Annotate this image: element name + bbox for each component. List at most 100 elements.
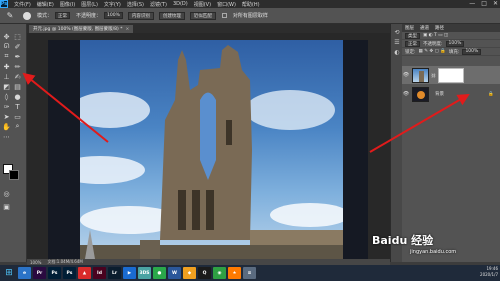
taskbar-app-icon[interactable]: ★ [228,267,241,279]
visibility-eye-icon[interactable]: 👁 [402,91,410,97]
sample-all-label: 对所有图层取样 [232,13,268,19]
taskbar-app-icon[interactable]: W [168,267,181,279]
clone-stamp-tool-icon[interactable]: ⊥ [2,72,11,81]
menu-3d[interactable]: 3D(D) [173,1,188,7]
content-aware-button[interactable]: 内容识别 [127,11,154,20]
visibility-eye-icon[interactable]: 👁 [402,72,410,78]
crop-tool-icon[interactable]: ⌗ [2,52,11,61]
create-texture-button[interactable]: 创建纹理 [158,11,185,20]
opacity-label: 不透明度： [76,13,102,19]
quick-select-tool-icon[interactable]: ✐ [13,42,22,51]
lock-icons[interactable]: ▦ ✎ ✥ ▢ 🔒 [419,49,446,54]
marquee-tool-icon[interactable]: ⬚ [13,32,22,41]
dodge-tool-icon[interactable]: ● [13,92,22,101]
document-tab[interactable]: 开元.jpg @ 100% (图层蒙版, 图层蒙版/8) * × [29,25,134,33]
history-panel-icon[interactable]: ⟲ [393,28,401,36]
blur-tool-icon[interactable]: ◊ [2,92,11,101]
document-canvas[interactable] [80,40,343,259]
taskbar-app-icon[interactable]: 3DS [138,267,151,279]
tab-layers[interactable]: 图层 [405,25,414,31]
history-brush-tool-icon[interactable]: ✍ [13,72,22,81]
menu-select[interactable]: 选择(S) [127,1,144,8]
eyedropper-tool-icon[interactable]: ✒ [13,52,22,61]
photoshop-window: Ps 文件(F) 编辑(E) 图像(I) 图层(L) 文字(Y) 选择(S) 滤… [0,0,500,281]
screen-mode-icon[interactable]: ▣ [2,202,11,211]
canvas-area[interactable] [27,33,390,259]
menu-type[interactable]: 文字(Y) [104,1,121,8]
blend-mode-select[interactable]: 正常 [405,40,420,47]
tab-paths[interactable]: 路径 [435,25,444,31]
system-tray-clock[interactable]: 19:46 2020/1/7 [480,266,498,278]
baidu-watermark-site: jingyan.baidu.com [410,249,457,255]
taskbar-app-icon[interactable]: e [18,267,31,279]
adjustments-panel-icon[interactable]: ◐ [393,48,401,56]
filter-icons[interactable]: ▣ ◐ T ▭ ◫ [423,33,448,38]
menu-image[interactable]: 图像(I) [60,1,75,8]
maximize-button[interactable]: □ [481,0,487,7]
background-color-swatch[interactable] [9,170,19,180]
zoom-level[interactable]: 100% [30,260,41,265]
properties-panel-icon[interactable]: ☰ [393,38,401,46]
menu-window[interactable]: 窗口(W) [217,1,236,8]
taskbar-app-icon[interactable]: Id [93,267,106,279]
fill-label: 填充: [448,49,460,55]
menu-file[interactable]: 文件(F) [14,1,31,8]
layer-opacity-input[interactable]: 100% [445,40,465,47]
menu-help[interactable]: 帮助(H) [242,1,260,8]
layer-kind-select[interactable]: 类型 [405,32,420,39]
type-tool-icon[interactable]: T [13,102,22,111]
pen-tool-icon[interactable]: ✑ [2,102,11,111]
collapsed-panel-dock: ⟲ ☰ ◐ [390,24,402,262]
sample-all-checkbox[interactable] [221,13,227,18]
photoshop-logo-icon: Ps [0,0,8,8]
canvas-dark-edge-right [343,40,368,259]
taskbar-app-icon[interactable]: Q [198,267,211,279]
quick-mask-icon[interactable]: ◎ [2,189,11,198]
mode-select[interactable]: 正常 [55,12,71,19]
layer-row-background[interactable]: 👁 背景 🔒 [402,85,500,103]
zoom-tool-icon[interactable]: ⌕ [13,122,22,131]
clock-date: 2020/1/7 [480,272,498,277]
hand-tool-icon[interactable]: ✋ [2,122,11,131]
taskbar-app-icon[interactable]: ● [153,267,166,279]
cathedral-ruin-image [80,45,343,259]
brush-tool-icon[interactable]: ✏ [13,62,22,71]
menu-layer[interactable]: 图层(L) [81,1,98,8]
taskbar-app-icon[interactable]: ▲ [78,267,91,279]
taskbar-app-icon[interactable]: Ps [63,267,76,279]
shape-tool-icon[interactable]: ▭ [13,112,22,121]
eraser-tool-icon[interactable]: ◩ [2,82,11,91]
layer-row-masked[interactable]: 👁 ⛓ [402,66,500,84]
spot-healing-brush-icon[interactable]: ✎ [3,10,17,22]
taskbar-app-icon[interactable]: ◆ [183,267,196,279]
menu-view[interactable]: 视图(V) [194,1,211,8]
proximity-match-button[interactable]: 近似匹配 [189,11,216,20]
tab-channels[interactable]: 通道 [420,25,429,31]
move-tool-icon[interactable]: ✥ [2,32,11,41]
path-select-tool-icon[interactable]: ➤ [2,112,11,121]
taskbar-app-icon[interactable]: Pr [33,267,46,279]
taskbar-app-icon[interactable]: Lr [108,267,121,279]
opacity-input[interactable]: 100% [104,12,123,19]
taskbar-app-icon[interactable]: Ps [48,267,61,279]
panel-tab-strip: 图层 通道 路径 [402,24,500,32]
taskbar-apps: e Pr Ps Ps ▲ Id Lr ▶ 3DS ● W ◆ Q ◉ ★ ≡ [16,267,256,279]
lasso-tool-icon[interactable]: ᘏ [2,42,11,51]
close-tab-icon[interactable]: × [125,27,129,32]
menu-edit[interactable]: 编辑(E) [37,1,54,8]
taskbar-app-icon[interactable]: ≡ [243,267,256,279]
healing-brush-tool-icon[interactable]: ✚ [2,62,11,71]
minimize-button[interactable]: — [469,0,475,7]
more-tools-icon[interactable]: ⋯ [2,132,11,141]
layer-mask-thumbnail[interactable] [438,67,465,83]
fill-input[interactable]: 100% [462,48,482,55]
gradient-tool-icon[interactable]: ▤ [13,82,22,91]
start-button-icon[interactable]: ⊞ [2,266,16,280]
menu-filter[interactable]: 滤镜(T) [150,1,167,8]
taskbar-app-icon[interactable]: ▶ [123,267,136,279]
brush-preset-picker[interactable] [23,11,31,20]
taskbar-app-icon[interactable]: ◉ [213,267,226,279]
close-button[interactable]: ✕ [493,0,498,7]
layer-name[interactable]: 背景 [435,91,444,97]
link-chain-icon[interactable]: ⛓ [431,73,436,78]
